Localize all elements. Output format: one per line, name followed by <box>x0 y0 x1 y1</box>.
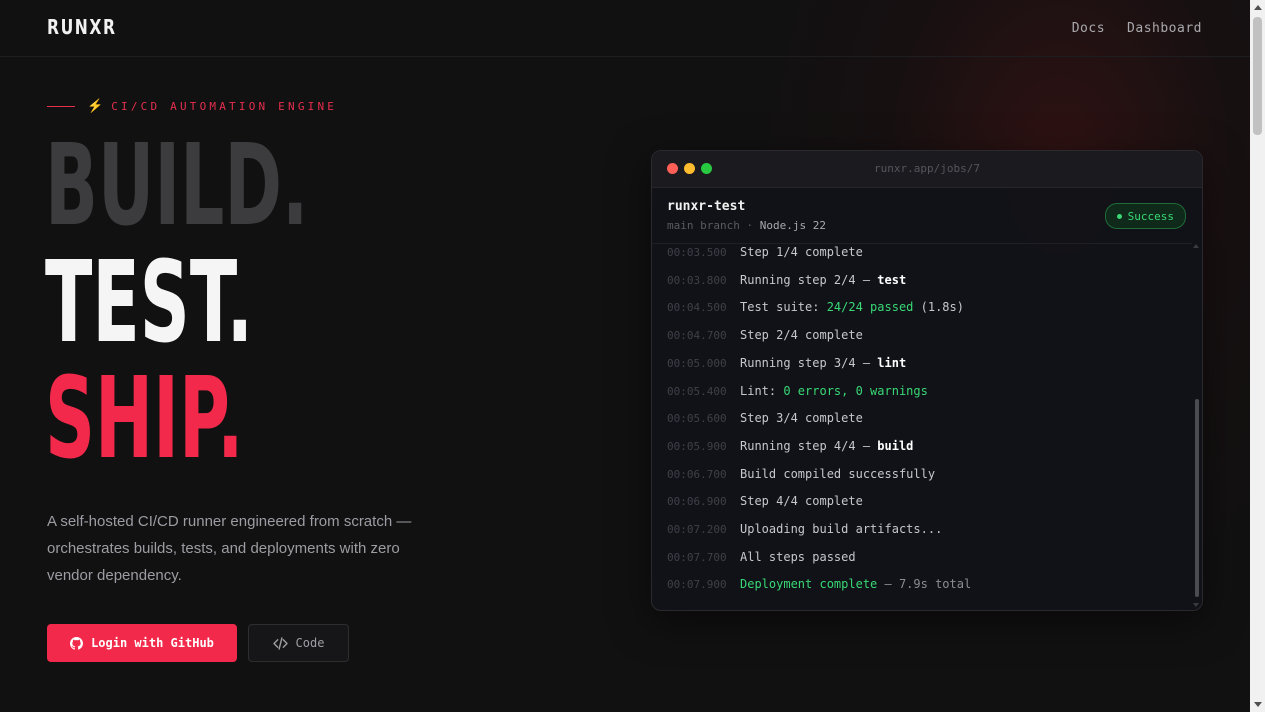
terminal-url: runxr.app/jobs/7 <box>874 162 980 175</box>
log-message: All steps passed <box>740 550 856 564</box>
log-text: Test suite: <box>740 300 827 315</box>
log-timestamp: 00:05.900 <box>667 439 727 453</box>
scroll-down-arrow-icon[interactable] <box>1193 603 1199 607</box>
job-log[interactable]: 00:03.500 Step 1/4 complete 00:03.800 Runni… <box>652 243 1192 608</box>
log-row: 00:07.900 Deployment complete — 7.9s tota… <box>667 574 971 594</box>
scroll-up-arrow-icon[interactable] <box>1193 244 1199 248</box>
log-message: Uploading build artifacts... <box>740 522 942 536</box>
status-label: Success <box>1127 209 1174 223</box>
log-timestamp: 00:04.500 <box>667 301 727 315</box>
log-message: Step 1/4 complete <box>740 245 863 259</box>
code-icon <box>272 636 288 650</box>
headline-test: TEST. <box>45 238 254 368</box>
log-timestamp: 00:07.900 <box>667 578 727 592</box>
log-scrollbar[interactable] <box>1193 244 1200 607</box>
lightning-icon: ⚡ <box>87 98 104 113</box>
status-badge: Success <box>1104 203 1186 229</box>
log-message: Deployment complete — 7.9s total <box>740 577 971 591</box>
log-row: 00:05.400 Lint: 0 errors, 0 warnings <box>667 381 928 401</box>
page-scroll-down-icon[interactable] <box>1254 702 1262 707</box>
log-timestamp: 00:05.600 <box>667 412 727 426</box>
eyebrow-line <box>47 105 75 107</box>
log-timestamp: 00:05.400 <box>667 384 727 398</box>
nav-docs-link[interactable]: Docs <box>1072 21 1105 36</box>
login-button-label: Login with GitHub <box>91 636 214 650</box>
log-text: Build compiled successfully <box>740 466 936 481</box>
main-nav: Docs Dashboard <box>1072 21 1202 36</box>
page-scrollbar-thumb[interactable] <box>1253 17 1262 135</box>
log-text: Running step 4/4 — <box>740 438 878 453</box>
log-success-text: 0 errors, 0 warnings <box>783 383 928 398</box>
terminal-titlebar: runxr.app/jobs/7 <box>652 151 1202 188</box>
log-timestamp: 00:05.000 <box>667 356 727 370</box>
log-timestamp: 00:07.200 <box>667 523 727 536</box>
job-branch: main branch <box>667 219 740 232</box>
job-meta: main branch · Node.js 22 <box>667 219 826 232</box>
log-timestamp: 00:03.800 <box>667 273 727 287</box>
github-icon <box>70 636 84 650</box>
brand-logo[interactable]: RUNXR <box>47 15 117 39</box>
log-text: Running step 2/4 — <box>740 272 878 287</box>
log-row: 00:06.700 Build compiled successfully <box>667 464 935 484</box>
page-scroll-up-icon[interactable] <box>1254 5 1262 10</box>
log-text: Running step 3/4 — <box>740 355 878 370</box>
log-step-name: lint <box>877 355 907 370</box>
log-message: Build compiled successfully <box>740 467 935 481</box>
log-row: 00:03.800 Running step 2/4 — test <box>667 270 906 290</box>
login-with-github-button[interactable]: Login with GitHub <box>47 624 237 662</box>
log-message: Step 3/4 complete <box>740 411 863 425</box>
eyebrow-text: CI/CD AUTOMATION ENGINE <box>111 99 338 113</box>
headline-build: BUILD. <box>45 121 309 251</box>
log-success-text: 24/24 passed <box>826 300 914 315</box>
job-name: runxr-test <box>667 199 746 214</box>
log-message: Step 4/4 complete <box>740 494 863 508</box>
code-button-label: Code <box>295 636 325 650</box>
log-message: Running step 2/4 — test <box>740 273 906 287</box>
log-success-text: Deployment complete <box>740 577 878 592</box>
code-button[interactable]: Code <box>248 624 349 662</box>
status-dot-icon <box>1116 213 1122 219</box>
log-row: 00:07.200 Uploading build artifacts... <box>667 519 942 539</box>
log-text: Step 3/4 complete <box>740 411 863 426</box>
log-scrollbar-thumb[interactable] <box>1195 399 1199 597</box>
log-text: Uploading build artifacts... <box>740 522 943 536</box>
headline-ship: SHIP. <box>45 354 244 484</box>
log-timestamp: 00:06.900 <box>667 495 727 509</box>
log-row: 00:04.500 Test suite: 24/24 passed (1.8s) <box>667 297 964 317</box>
log-text: Step 4/4 complete <box>740 494 863 509</box>
page-scrollbar[interactable] <box>1250 0 1265 712</box>
log-tail: (1.8s) <box>913 300 964 315</box>
log-timestamp: 00:07.700 <box>667 550 727 564</box>
hero-description: A self-hosted CI/CD runner engineered fr… <box>47 513 412 584</box>
log-text: Step 2/4 complete <box>740 328 863 343</box>
log-timestamp: 00:03.500 <box>667 246 727 259</box>
log-step-name: build <box>877 438 914 453</box>
log-row: 00:07.700 All steps passed <box>667 547 856 567</box>
log-message: Test suite: 24/24 passed (1.8s) <box>740 300 964 314</box>
log-text: All steps passed <box>740 549 856 564</box>
job-runtime: Node.js 22 <box>759 219 826 232</box>
log-row: 00:06.900 Step 4/4 complete <box>667 491 863 511</box>
log-message: Lint: 0 errors, 0 warnings <box>740 384 928 398</box>
log-row: 00:05.900 Running step 4/4 — build <box>667 436 913 456</box>
nav-dashboard-link[interactable]: Dashboard <box>1127 21 1202 36</box>
terminal-window: runxr.app/jobs/7 runxr-test main branch … <box>651 150 1203 611</box>
log-row: 00:05.600 Step 3/4 complete <box>667 408 863 428</box>
hero-eyebrow: ⚡ CI/CD AUTOMATION ENGINE <box>47 98 337 114</box>
log-message: Running step 4/4 — build <box>740 439 913 453</box>
log-row: 00:03.500 Step 1/4 complete <box>667 244 863 262</box>
log-text: Lint: <box>740 383 784 398</box>
log-row: 00:04.700 Step 2/4 complete <box>667 325 863 345</box>
log-text: Step 1/4 complete <box>740 245 863 259</box>
log-tail: — 7.9s total <box>877 577 972 592</box>
top-navbar: RUNXR Docs Dashboard <box>0 0 1250 57</box>
log-timestamp: 00:04.700 <box>667 329 727 343</box>
log-timestamp: 00:06.700 <box>667 467 727 481</box>
log-message: Step 2/4 complete <box>740 328 863 342</box>
log-message: Running step 3/4 — lint <box>740 356 906 370</box>
meta-separator: · <box>746 219 754 232</box>
log-row: 00:05.000 Running step 3/4 — lint <box>667 353 906 373</box>
log-step-name: test <box>877 272 907 287</box>
